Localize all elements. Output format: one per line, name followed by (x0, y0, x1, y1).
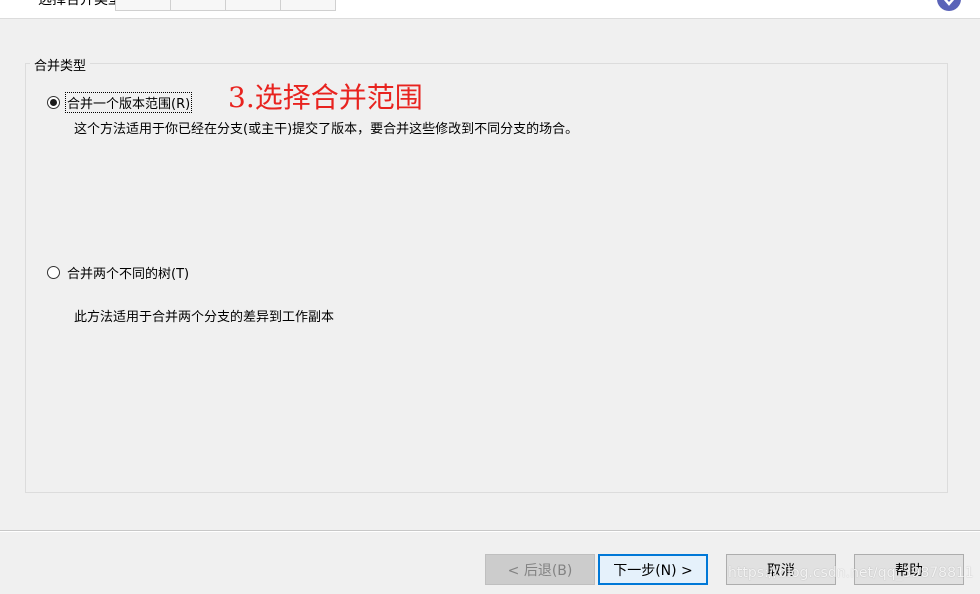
cancel-button[interactable]: 取消 (726, 554, 836, 585)
option-description-two-trees: 此方法适用于合并两个分支的差异到工作副本 (74, 310, 335, 325)
option-description-revision-range: 这个方法适用于你已经在分支(或主干)提交了版本，要合并这些修改到不同分支的场合。 (74, 122, 579, 137)
red-annotation-text: 3.选择合并范围 (228, 81, 423, 114)
header-title: 选择合并类型 (38, 0, 122, 8)
wizard-header: 选择合并类型 (0, 0, 980, 19)
header-tab (115, 0, 171, 11)
header-tab (280, 0, 336, 11)
merge-type-group-title: 合并类型 (30, 55, 91, 74)
tortoise-logo-icon (937, 0, 961, 11)
header-tabs (115, 0, 336, 18)
back-button[interactable]: < 后退(B) (485, 554, 595, 585)
button-bar-separator-highlight (0, 531, 980, 532)
radio-merge-two-trees[interactable]: 合并两个不同的树(T) (47, 263, 190, 282)
radio-label-merge-revision-range[interactable]: 合并一个版本范围(R) (64, 92, 193, 113)
header-tab (170, 0, 226, 11)
next-button[interactable]: 下一步(N) > (598, 554, 708, 585)
radio-merge-revision-range[interactable]: 合并一个版本范围(R) (47, 92, 193, 113)
radio-button-checked[interactable] (47, 96, 60, 109)
help-button[interactable]: 帮助 (854, 554, 964, 585)
header-tab (225, 0, 281, 11)
radio-button-unchecked[interactable] (47, 266, 60, 279)
radio-label-merge-two-trees[interactable]: 合并两个不同的树(T) (66, 263, 190, 282)
